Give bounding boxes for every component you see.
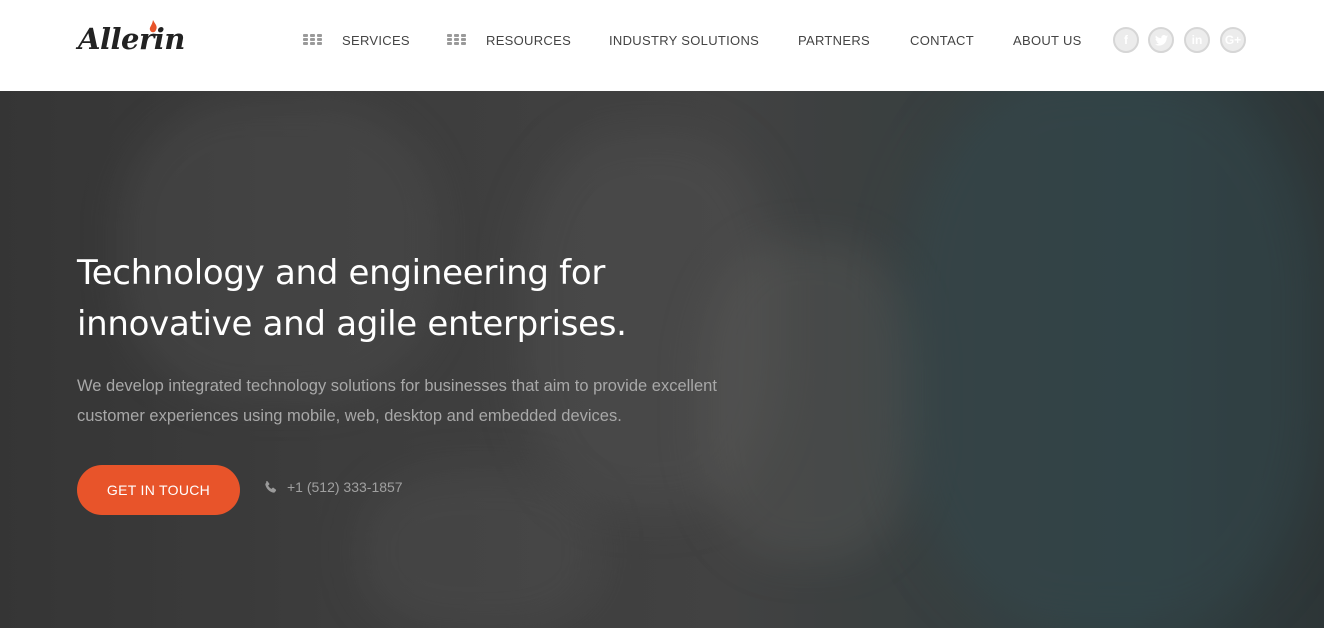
facebook-icon[interactable]: f bbox=[1113, 27, 1139, 53]
grid-icon bbox=[447, 34, 466, 46]
googleplus-glyph: G+ bbox=[1224, 33, 1242, 47]
get-in-touch-button[interactable]: GET IN TOUCH bbox=[77, 465, 240, 515]
nav-resources[interactable]: RESOURCES bbox=[486, 33, 571, 48]
logo[interactable]: Allerin bbox=[78, 20, 185, 60]
nav-contact[interactable]: CONTACT bbox=[910, 33, 974, 48]
hero-section: Technology and engineering for innovativ… bbox=[0, 91, 1324, 628]
twitter-icon[interactable] bbox=[1148, 27, 1174, 53]
hero-subtitle: We develop integrated technology solutio… bbox=[77, 371, 757, 431]
nav-about-us[interactable]: ABOUT US bbox=[1013, 33, 1082, 48]
hero-subtitle-line: customer experiences using mobile, web, … bbox=[77, 407, 622, 425]
hero-overlay bbox=[0, 91, 1324, 628]
phone-number: +1 (512) 333-1857 bbox=[287, 479, 403, 495]
googleplus-icon[interactable]: G+ bbox=[1220, 27, 1246, 53]
linkedin-glyph: in bbox=[1191, 33, 1203, 47]
hero-subtitle-line: We develop integrated technology solutio… bbox=[77, 377, 717, 395]
twitter-glyph bbox=[1154, 34, 1168, 46]
facebook-glyph: f bbox=[1124, 33, 1128, 47]
site-header: Allerin SERVICES RESOURCES INDUSTRY SOLU… bbox=[0, 0, 1324, 91]
phone-link[interactable]: +1 (512) 333-1857 bbox=[263, 479, 403, 495]
nav-partners[interactable]: PARTNERS bbox=[798, 33, 870, 48]
flame-icon bbox=[149, 20, 157, 33]
logo-text: Allerin bbox=[78, 22, 185, 56]
nav-services[interactable]: SERVICES bbox=[342, 33, 410, 48]
linkedin-icon[interactable]: in bbox=[1184, 27, 1210, 53]
hero-title-line: Technology and engineering for bbox=[77, 253, 606, 293]
nav-industry-solutions[interactable]: INDUSTRY SOLUTIONS bbox=[609, 33, 759, 48]
phone-icon bbox=[265, 480, 277, 493]
hero-title: Technology and engineering for innovativ… bbox=[77, 248, 717, 350]
grid-icon bbox=[303, 34, 322, 46]
hero-title-line: innovative and agile enterprises. bbox=[77, 304, 627, 344]
